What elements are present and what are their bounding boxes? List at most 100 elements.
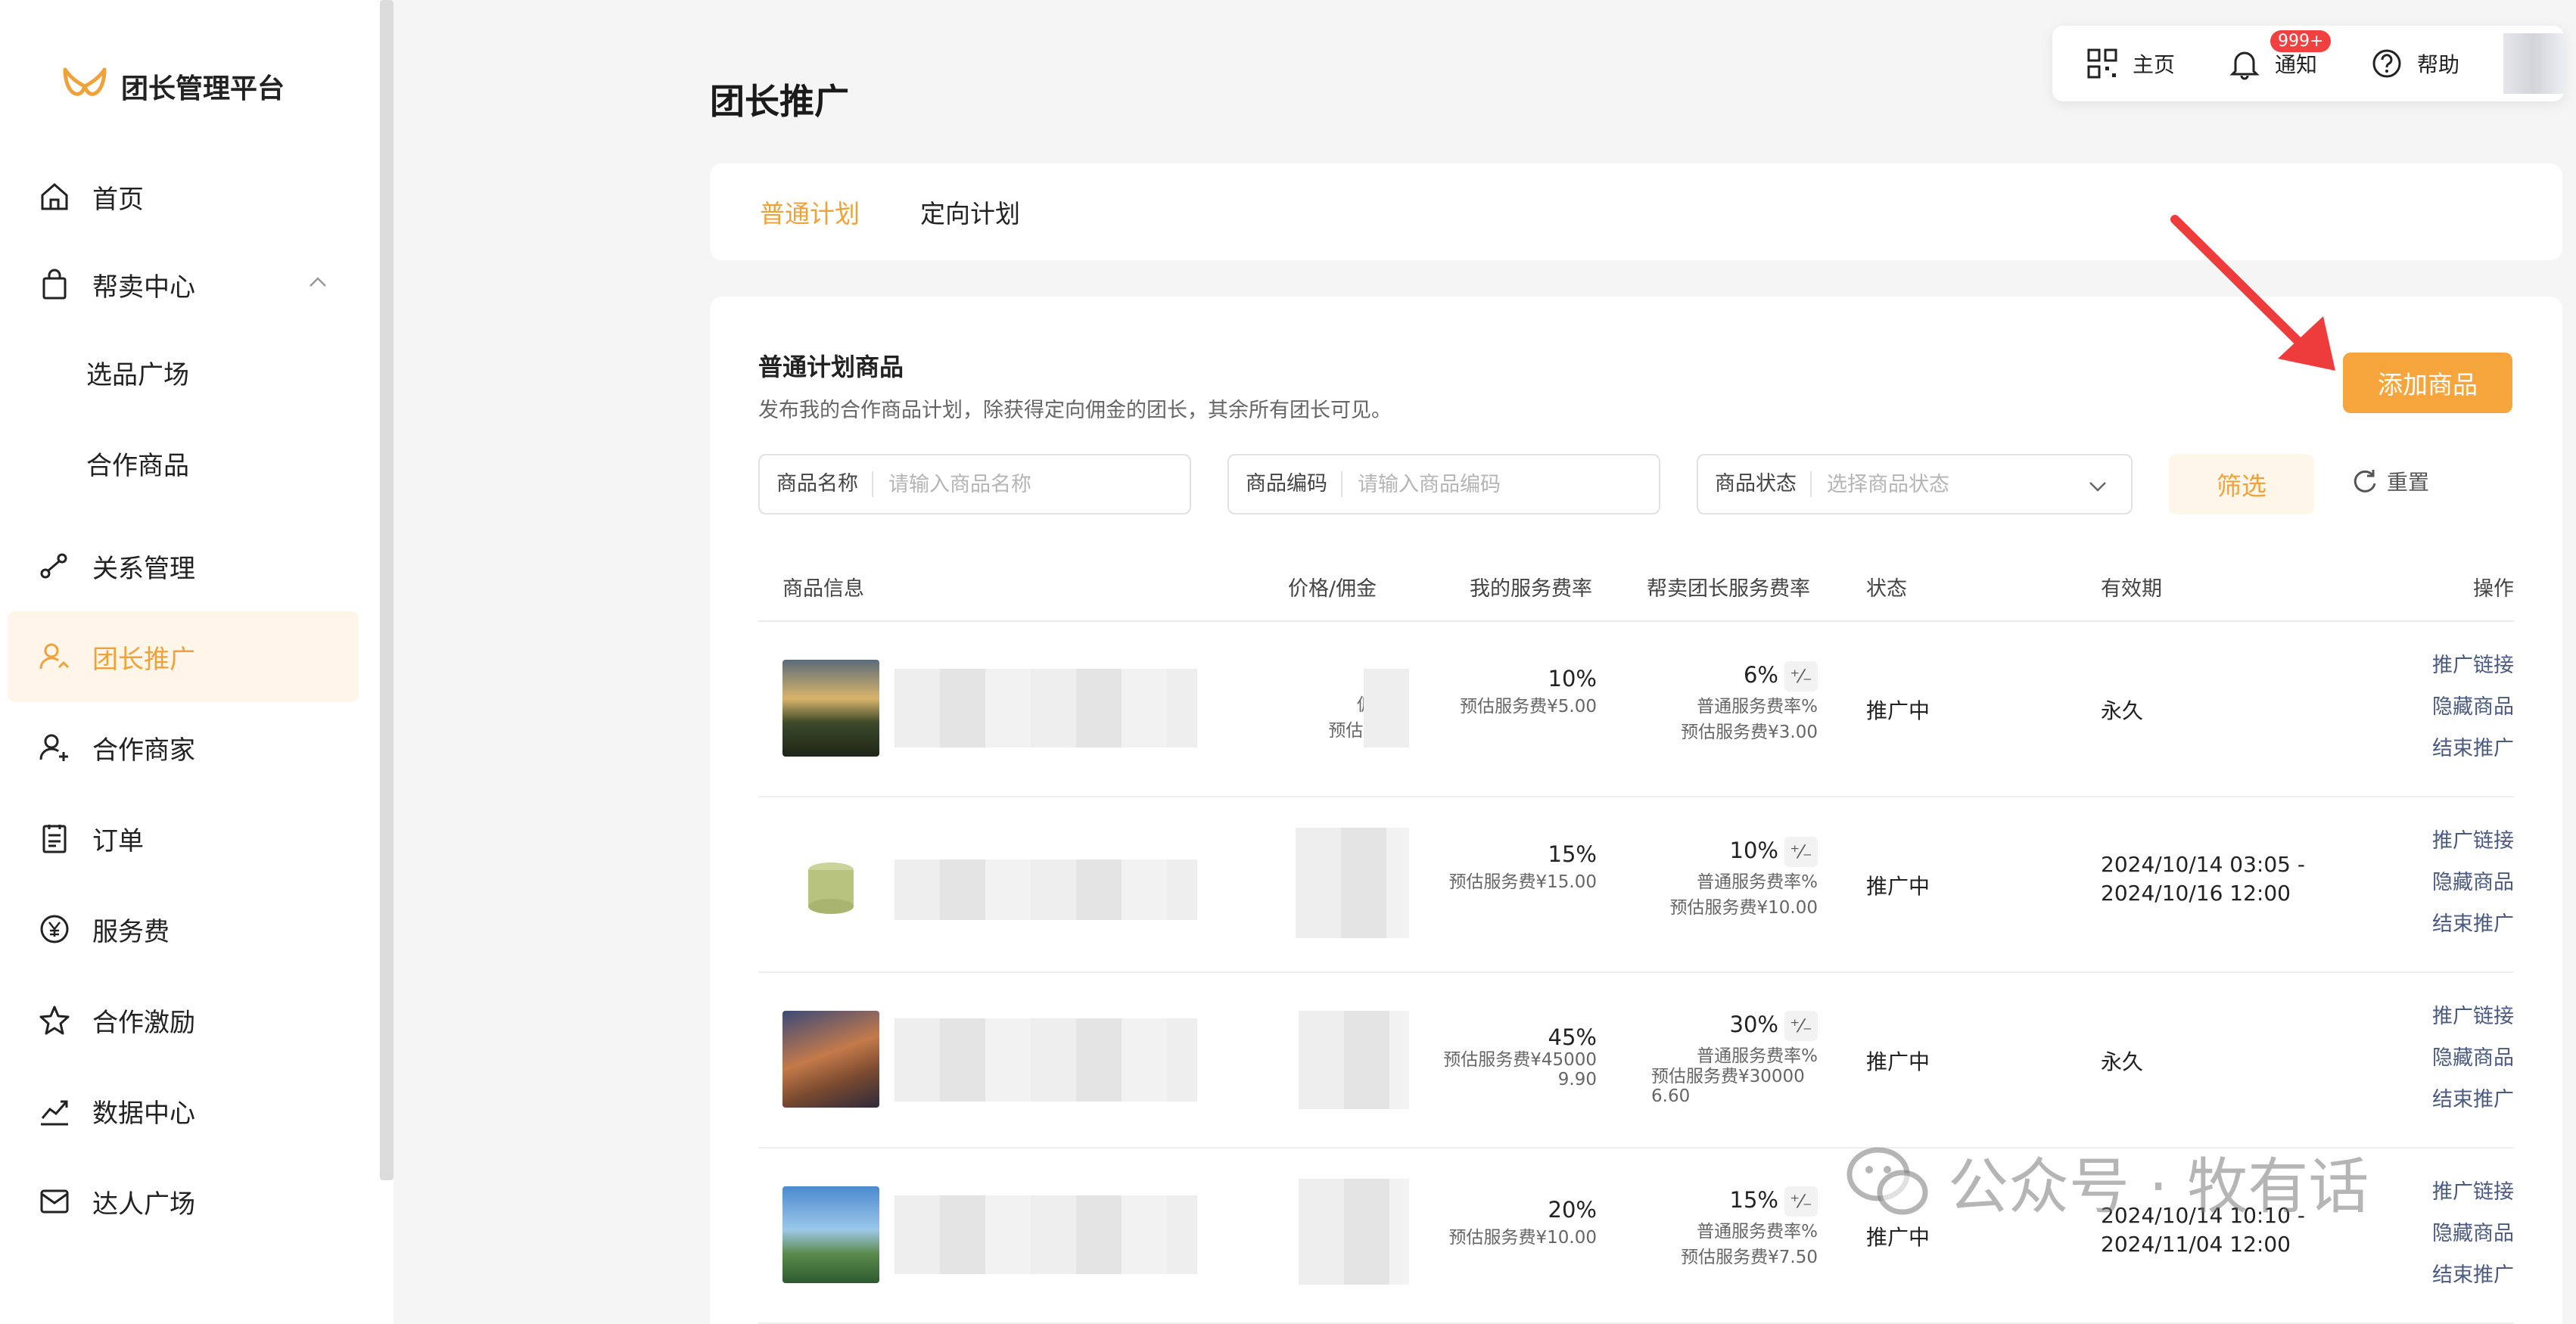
topbar-help-button[interactable]: 帮助 <box>2370 47 2459 80</box>
product-name-redacted <box>894 669 1197 747</box>
edit-rate-icon[interactable]: ⁺⁄₋ <box>1784 837 1818 867</box>
sidebar-item-label: 订单 <box>92 825 144 856</box>
star-icon <box>38 1003 71 1037</box>
section-description: 发布我的合作商品计划，除获得定向佣金的团长，其余所有团长可见。 <box>758 399 1392 422</box>
product-thumbnail[interactable] <box>782 1011 879 1108</box>
my-service-rate: 20% <box>1548 1197 1597 1223</box>
helper-service-rate: 15% <box>1729 1187 1778 1213</box>
page-title: 团长推广 <box>710 81 849 122</box>
hide-product-link[interactable]: 隐藏商品 <box>2432 862 2514 903</box>
promotion-link[interactable]: 推广链接 <box>2432 645 2514 686</box>
helper-service-rate: 30% <box>1729 1012 1778 1037</box>
promotion-link[interactable]: 推广链接 <box>2432 820 2514 862</box>
user-add-icon <box>38 731 71 764</box>
product-name-redacted <box>894 1018 1197 1102</box>
product-name-redacted <box>894 859 1197 920</box>
hide-product-link[interactable]: 隐藏商品 <box>2432 1037 2514 1079</box>
tab-normal-plan[interactable]: 普通计划 <box>760 194 860 230</box>
sidebar-item-cooperation-products[interactable]: 合作商品 <box>8 418 359 508</box>
hide-product-link[interactable]: 隐藏商品 <box>2432 1213 2514 1254</box>
sidebar-item-incentives[interactable]: 合作激励 <box>8 974 359 1065</box>
avatar[interactable] <box>2503 33 2564 94</box>
top-bar: 主页 通知 999+ 帮助 <box>2052 26 2564 101</box>
sidebar-item-data-center[interactable]: 数据中心 <box>8 1065 359 1156</box>
product-name-filter: 商品名称 <box>758 454 1191 514</box>
product-thumbnail[interactable] <box>782 835 879 932</box>
hide-product-link[interactable]: 隐藏商品 <box>2432 686 2514 728</box>
product-name-redacted <box>894 1195 1197 1274</box>
sidebar-item-orders[interactable]: 订单 <box>8 793 359 884</box>
end-promotion-link[interactable]: 结束推广 <box>2432 1079 2514 1120</box>
chevron-down-icon <box>2089 482 2106 492</box>
helper-estimated-fee: 预估服务费¥10.00 <box>1669 898 1818 918</box>
yen-icon <box>38 912 71 946</box>
product-name-input[interactable] <box>888 472 1115 496</box>
product-thumbnail[interactable] <box>782 1186 879 1283</box>
sidebar-item-label: 数据中心 <box>92 1098 195 1129</box>
helper-estimated-fee: 预估服务费¥30000 6.60 <box>1651 1067 1805 1106</box>
col-validity: 有效期 <box>2101 577 2162 601</box>
topbar-notify-button[interactable]: 通知 999+ <box>2228 30 2332 80</box>
product-status-select[interactable] <box>1827 472 2054 496</box>
helper-service-rate: 10% <box>1729 838 1778 863</box>
product-code-filter: 商品编码 <box>1227 454 1660 514</box>
help-icon <box>2372 49 2401 78</box>
col-actions: 操作 <box>2473 577 2514 601</box>
sidebar-item-label: 选品广场 <box>86 359 189 390</box>
topbar-home-button[interactable]: 主页 <box>2086 47 2175 80</box>
helper-estimated-fee: 预估服务费¥3.00 <box>1681 723 1818 742</box>
sidebar-item-label: 关系管理 <box>92 553 195 584</box>
sidebar-item-label: 帮卖中心 <box>92 272 195 303</box>
promotion-link[interactable]: 推广链接 <box>2432 1171 2514 1213</box>
section-title: 普通计划商品 <box>758 353 904 381</box>
mail-icon <box>38 1185 71 1218</box>
end-promotion-link[interactable]: 结束推广 <box>2432 1254 2514 1296</box>
qrcode-icon <box>2087 48 2117 79</box>
sidebar-item-label: 合作商家 <box>92 735 195 766</box>
sidebar-item-talent-plaza[interactable]: 达人广场 <box>8 1156 359 1247</box>
reset-button[interactable]: 重置 <box>2350 466 2429 496</box>
candle-image <box>808 862 854 914</box>
edit-rate-icon[interactable]: ⁺⁄₋ <box>1784 1011 1818 1041</box>
add-product-button[interactable]: 添加商品 <box>2343 353 2512 413</box>
reset-label: 重置 <box>2387 470 2430 495</box>
chart-icon <box>38 1094 71 1127</box>
user-promote-icon <box>38 640 71 673</box>
sidebar-item-label: 服务费 <box>92 916 170 947</box>
watermark: 公众号 · 牧有话 <box>1846 1138 2369 1226</box>
end-promotion-link[interactable]: 结束推广 <box>2432 728 2514 769</box>
my-estimated-fee: 预估服务费¥10.00 <box>1448 1228 1597 1248</box>
price-redacted <box>1299 1179 1409 1285</box>
col-product-info: 商品信息 <box>782 577 864 601</box>
product-status-filter[interactable]: 商品状态 <box>1697 454 2133 514</box>
home-icon <box>38 180 71 213</box>
product-code-label: 商品编码 <box>1246 471 1342 497</box>
sidebar-scrollbar[interactable] <box>380 0 394 1180</box>
promotion-link[interactable]: 推广链接 <box>2432 996 2514 1037</box>
helper-rate-label: 普通服务费率% <box>1697 697 1818 716</box>
end-promotion-link[interactable]: 结束推广 <box>2432 903 2514 945</box>
product-thumbnail[interactable] <box>782 660 879 757</box>
sidebar-item-relations[interactable]: 关系管理 <box>8 521 359 611</box>
col-my-rate: 我的服务费率 <box>1470 577 1592 601</box>
my-estimated-fee: 预估服务费¥45000 9.90 <box>1443 1050 1597 1089</box>
edit-rate-icon[interactable]: ⁺⁄₋ <box>1784 661 1818 692</box>
table-header: 商品信息 价格/佣金 我的服务费率 帮卖团长服务费率 状态 有效期 操作 <box>758 546 2514 622</box>
status-text: 推广中 <box>1866 1225 1930 1250</box>
sidebar-item-help-sell[interactable]: 帮卖中心 <box>8 239 359 330</box>
sidebar-item-leader-promotion[interactable]: 团长推广 <box>8 611 359 702</box>
sidebar-item-service-fee[interactable]: 服务费 <box>8 884 359 974</box>
product-name-label: 商品名称 <box>776 471 873 497</box>
app-title: 团长管理平台 <box>121 73 285 104</box>
edit-rate-icon[interactable]: ⁺⁄₋ <box>1784 1186 1818 1217</box>
sidebar-item-home[interactable]: 首页 <box>8 151 359 242</box>
tab-targeted-plan[interactable]: 定向计划 <box>920 194 1020 230</box>
chevron-up-icon[interactable] <box>307 272 328 294</box>
filter-button[interactable]: 筛选 <box>2169 454 2314 514</box>
product-code-input[interactable] <box>1358 472 1585 496</box>
sidebar-item-label: 合作商品 <box>86 450 189 481</box>
sidebar-item-label: 首页 <box>92 184 144 215</box>
app-logo[interactable]: 团长管理平台 <box>61 64 285 109</box>
sidebar-item-product-plaza[interactable]: 选品广场 <box>8 327 359 418</box>
sidebar-item-partner-merchants[interactable]: 合作商家 <box>8 702 359 793</box>
